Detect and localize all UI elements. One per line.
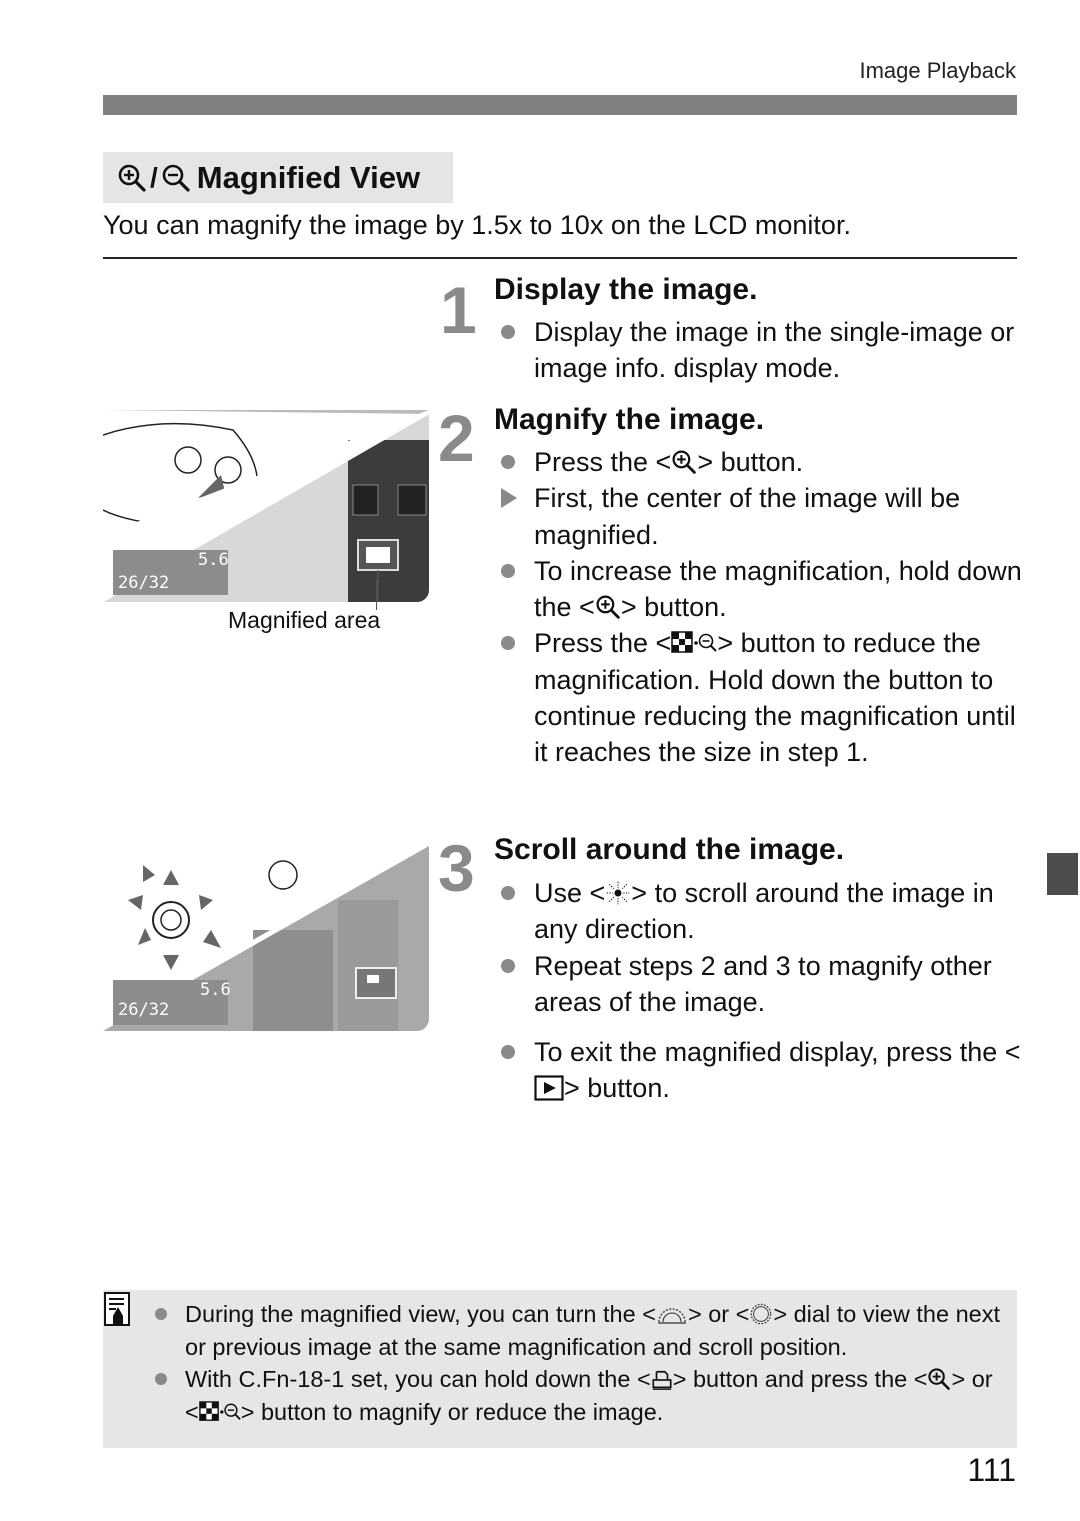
lcd-counter: 26/32 (118, 573, 170, 593)
item-text: With C.Fn-18-1 set, you can hold down th… (185, 1366, 651, 1393)
section-title: Magnified View (196, 159, 421, 195)
result-arrow-icon (501, 488, 517, 509)
item-text: Repeat steps 2 and 3 to magnify other ar… (534, 950, 992, 1017)
list-item: To exit the magnified display, press the… (494, 1034, 1024, 1107)
bullet-icon (501, 563, 515, 578)
lcd-counter: 26/32 (118, 1000, 170, 1020)
step-3-items: Use < > to scroll around the image in any… (494, 875, 1024, 1107)
magnify-plus-icon (595, 594, 621, 620)
step-number: 3 (438, 831, 475, 905)
item-text: Use < (534, 878, 606, 908)
section-title-box: / Magnified View (103, 152, 453, 203)
step-title: Scroll around the image. (494, 833, 845, 866)
item-text: > button and press the < (672, 1366, 928, 1393)
figure-caption: Magnified area (228, 607, 381, 633)
item-text: > button. (697, 447, 804, 477)
item-text: Display the image in the single-image or… (534, 317, 1015, 384)
note-item: With C.Fn-18-1 set, you can hold down th… (152, 1363, 1012, 1428)
figure-magnify-button: 5.6 26/32 (103, 410, 429, 602)
header-bar (103, 95, 1017, 115)
quick-control-dial-icon (749, 1302, 773, 1326)
result-item: First, the center of the image will be m… (494, 480, 1024, 553)
item-text: During the magnified view, you can turn … (185, 1301, 656, 1327)
running-head: Image Playback (859, 58, 1016, 83)
lcd-aperture: 5.6 (200, 980, 231, 1000)
list-item: Use < > to scroll around the image in any… (494, 875, 1024, 948)
chapter-thumb-tab (1047, 853, 1078, 895)
magnify-plus-icon (117, 163, 147, 193)
memo-icon (104, 1292, 130, 1326)
bullet-icon (501, 958, 515, 973)
step-2-items: Press the < > button. First, the center o… (494, 444, 1024, 771)
magnify-plus-icon (927, 1367, 951, 1391)
item-text: Press the < (534, 628, 672, 659)
step-1-items: Display the image in the single-image or… (494, 314, 1024, 387)
main-dial-icon (656, 1302, 688, 1326)
step-title: Magnify the image. (494, 403, 765, 436)
list-item: Repeat steps 2 and 3 to magnify other ar… (494, 948, 1024, 1021)
step-title: Display the image. (494, 273, 758, 306)
bullet-icon (501, 325, 515, 339)
bullet-icon (501, 636, 515, 651)
bullet-icon (501, 455, 515, 469)
list-item: Press the < > button to reduce the magnif… (494, 625, 1024, 770)
index-reduce-icon (671, 630, 717, 656)
divider (103, 257, 1017, 259)
item-text: > button to magnify or reduce the image. (240, 1398, 664, 1425)
lcd-aperture: 5.6 (198, 550, 229, 570)
note-item: During the magnified view, you can turn … (152, 1298, 1012, 1363)
note-items: During the magnified view, you can turn … (152, 1298, 1012, 1428)
bullet-icon (155, 1373, 167, 1386)
page-number: 111 (967, 1452, 1016, 1488)
item-text: To exit the magnified display, press the… (534, 1037, 1021, 1068)
title-separator: / (150, 161, 158, 193)
item-text: First, the center of the image will be m… (534, 483, 961, 550)
item-text: > button. (564, 1073, 670, 1104)
step-number: 2 (438, 401, 475, 475)
magnify-plus-icon (671, 449, 697, 475)
list-item: Display the image in the single-image or… (494, 314, 1024, 387)
section-intro: You can magnify the image by 1.5x to 10x… (103, 210, 851, 240)
bullet-icon (501, 1045, 515, 1060)
list-item: To increase the magnification, hold down… (494, 553, 1024, 626)
caption-leader (376, 580, 377, 610)
item-text: > button. (620, 592, 727, 623)
bullet-icon (501, 886, 515, 900)
index-reduce-icon (199, 1400, 241, 1424)
bullet-icon (155, 1308, 167, 1320)
multi-controller-icon (605, 880, 631, 906)
list-item: Press the < > button. (494, 444, 1024, 480)
item-text: > or < (687, 1301, 750, 1327)
step-number: 1 (440, 273, 477, 347)
playback-icon (534, 1075, 564, 1101)
figure-multi-controller: 5.6 26/32 (103, 840, 429, 1031)
magnify-minus-icon (161, 163, 191, 193)
print-share-icon (651, 1369, 673, 1391)
item-text: Press the < (534, 447, 672, 477)
